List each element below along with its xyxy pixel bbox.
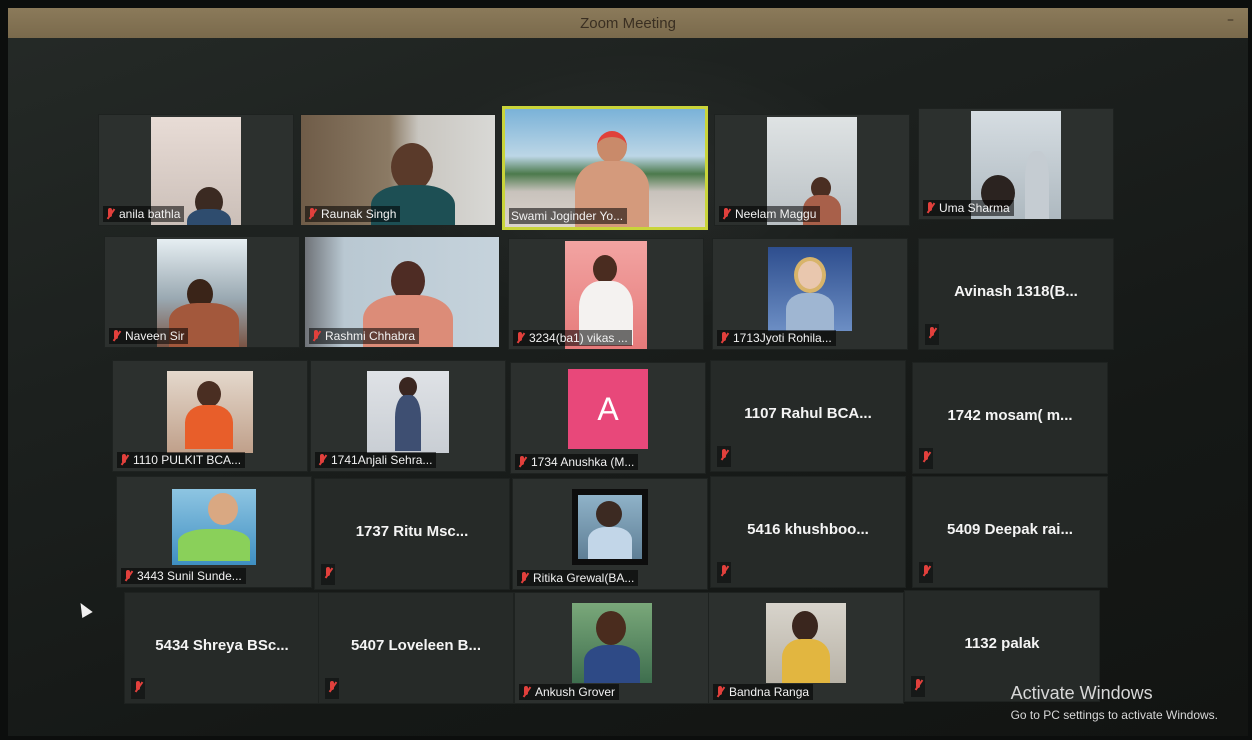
participant-video [172,489,256,565]
participant-tile-sunil[interactable]: 3443 Sunil Sunde... [116,476,312,588]
participant-video [768,247,852,331]
watermark-title: Activate Windows [1010,683,1153,703]
muted-mic-icon [119,453,129,467]
zoom-window: Zoom Meeting – anila bathla Raunak Singh [8,8,1248,736]
participant-tile-anjali-sehra[interactable]: 1741Anjali Sehra... [310,360,506,472]
minimize-button[interactable]: – [1227,12,1234,28]
participant-name-label: 3234(ba1) vikas ... [513,330,632,346]
muted-mic-icon [519,571,529,585]
muted-mic-icon [111,329,121,343]
participant-name-text: 5434 Shreya BSc... [155,637,289,654]
muted-mic-indicator [919,448,933,469]
participant-video [572,489,648,565]
muted-mic-icon [715,685,725,699]
title-bar: Zoom Meeting – [8,8,1248,38]
muted-mic-icon [317,453,327,467]
participant-tile-avinash[interactable]: Avinash 1318(B... [918,238,1114,350]
watermark-subtitle: Go to PC settings to activate Windows. [1010,708,1218,722]
participant-name-text: 5409 Deepak rai... [947,521,1073,538]
participant-name-label: Uma Sharma [923,200,1014,216]
muted-mic-icon [719,565,729,578]
participant-tile-vikas[interactable]: 3234(ba1) vikas ... [508,238,704,350]
muted-mic-indicator [131,678,145,699]
participant-tile-naveen-sir[interactable]: Naveen Sir [104,236,300,348]
muted-mic-indicator [919,562,933,583]
muted-mic-icon [913,679,923,692]
muted-mic-icon [521,685,531,699]
participant-name-label: Neelam Maggu [719,206,821,222]
participant-name-label: Ankush Grover [519,684,620,700]
participant-name-label: Rashmi Chhabra [309,328,420,344]
participant-name-text: 5416 khushboo... [747,521,869,538]
participant-name-label: 1734 Anushka (M... [515,454,639,470]
participant-name-label: 3443 Sunil Sunde... [121,568,246,584]
muted-mic-indicator [717,446,731,467]
participant-video [167,371,253,453]
participant-tile-anushka[interactable]: A 1734 Anushka (M... [510,362,706,474]
participant-tile-pulkit[interactable]: 1110 PULKIT BCA... [112,360,308,472]
participant-name-label: anila bathla [103,206,185,222]
muted-mic-icon [719,449,729,462]
participant-name-label: 1713Jyoti Rohila... [717,330,836,346]
participant-name-text: Avinash 1318(B... [954,283,1078,300]
participant-tile-deepak[interactable]: 5409 Deepak rai... [912,476,1108,588]
muted-mic-indicator [911,676,925,697]
muted-mic-indicator [321,564,335,585]
muted-mic-icon [721,207,731,221]
participant-name-label: Naveen Sir [109,328,189,344]
participant-video [572,603,652,683]
participant-tile-rahul[interactable]: 1107 Rahul BCA... [710,360,906,472]
muted-mic-indicator [325,678,339,699]
muted-mic-icon [927,327,937,340]
muted-mic-indicator [925,324,939,345]
participant-name-label: Swami Joginder Yo... [509,208,628,224]
participant-name-text: 1107 Rahul BCA... [744,405,872,422]
activate-windows-watermark: Activate Windows Go to PC settings to ac… [1011,683,1218,722]
muted-mic-icon [105,207,115,221]
muted-mic-icon [133,681,143,694]
muted-mic-indicator [717,562,731,583]
muted-mic-icon [311,329,321,343]
participant-name-label: Ritika Grewal(BA... [517,570,639,586]
muted-mic-icon [307,207,317,221]
participant-tile-rashmi-chhabra[interactable]: Rashmi Chhabra [304,236,500,348]
participant-name-label: Bandna Ranga [713,684,814,700]
participant-name-text: 1742 mosam( m... [947,407,1073,424]
participant-name-text: 1132 palak [964,635,1040,652]
participant-tile-bandna-ranga[interactable]: Bandna Ranga [708,592,904,704]
participant-tile-loveleen[interactable]: 5407 Loveleen B... [318,592,514,704]
muted-mic-icon [925,201,935,215]
participant-tile-ritika-grewal[interactable]: Ritika Grewal(BA... [512,478,708,590]
muted-mic-icon [323,567,333,580]
participant-video [766,603,846,683]
participant-tile-uma-sharma[interactable]: Uma Sharma [918,108,1114,220]
participant-tile-ritu[interactable]: 1737 Ritu Msc... [314,478,510,590]
participant-name-label: 1741Anjali Sehra... [315,452,437,468]
participant-name-label: Raunak Singh [305,206,401,222]
participant-name-label: 1110 PULKIT BCA... [117,452,246,468]
muted-mic-icon [327,681,337,694]
participant-tile-shreya[interactable]: 5434 Shreya BSc... [124,592,320,704]
participant-tile-jyoti-rohila[interactable]: 1713Jyoti Rohila... [712,238,908,350]
participant-tile-neelam-maggu[interactable]: Neelam Maggu [714,114,910,226]
muted-mic-icon [123,569,133,583]
participant-avatar: A [568,369,648,449]
muted-mic-icon [921,451,931,464]
muted-mic-icon [515,331,525,345]
muted-mic-icon [719,331,729,345]
participant-tile-khushboo[interactable]: 5416 khushboo... [710,476,906,588]
participant-tile-raunak-singh[interactable]: Raunak Singh [300,114,496,226]
participant-name-text: 5407 Loveleen B... [350,637,482,654]
participant-tile-mosam[interactable]: 1742 mosam( m... [912,362,1108,474]
participant-tile-ankush-grover[interactable]: Ankush Grover [514,592,710,704]
participant-tile-anila-bathla[interactable]: anila bathla [98,114,294,226]
mouse-pointer-icon [75,599,93,619]
window-title: Zoom Meeting [580,14,676,32]
participant-name-text: 1737 Ritu Msc... [355,523,469,540]
participant-video [367,371,449,453]
muted-mic-icon [517,455,527,469]
participant-tile-active-speaker[interactable]: Swami Joginder Yo... [502,106,708,230]
muted-mic-icon [921,565,931,578]
